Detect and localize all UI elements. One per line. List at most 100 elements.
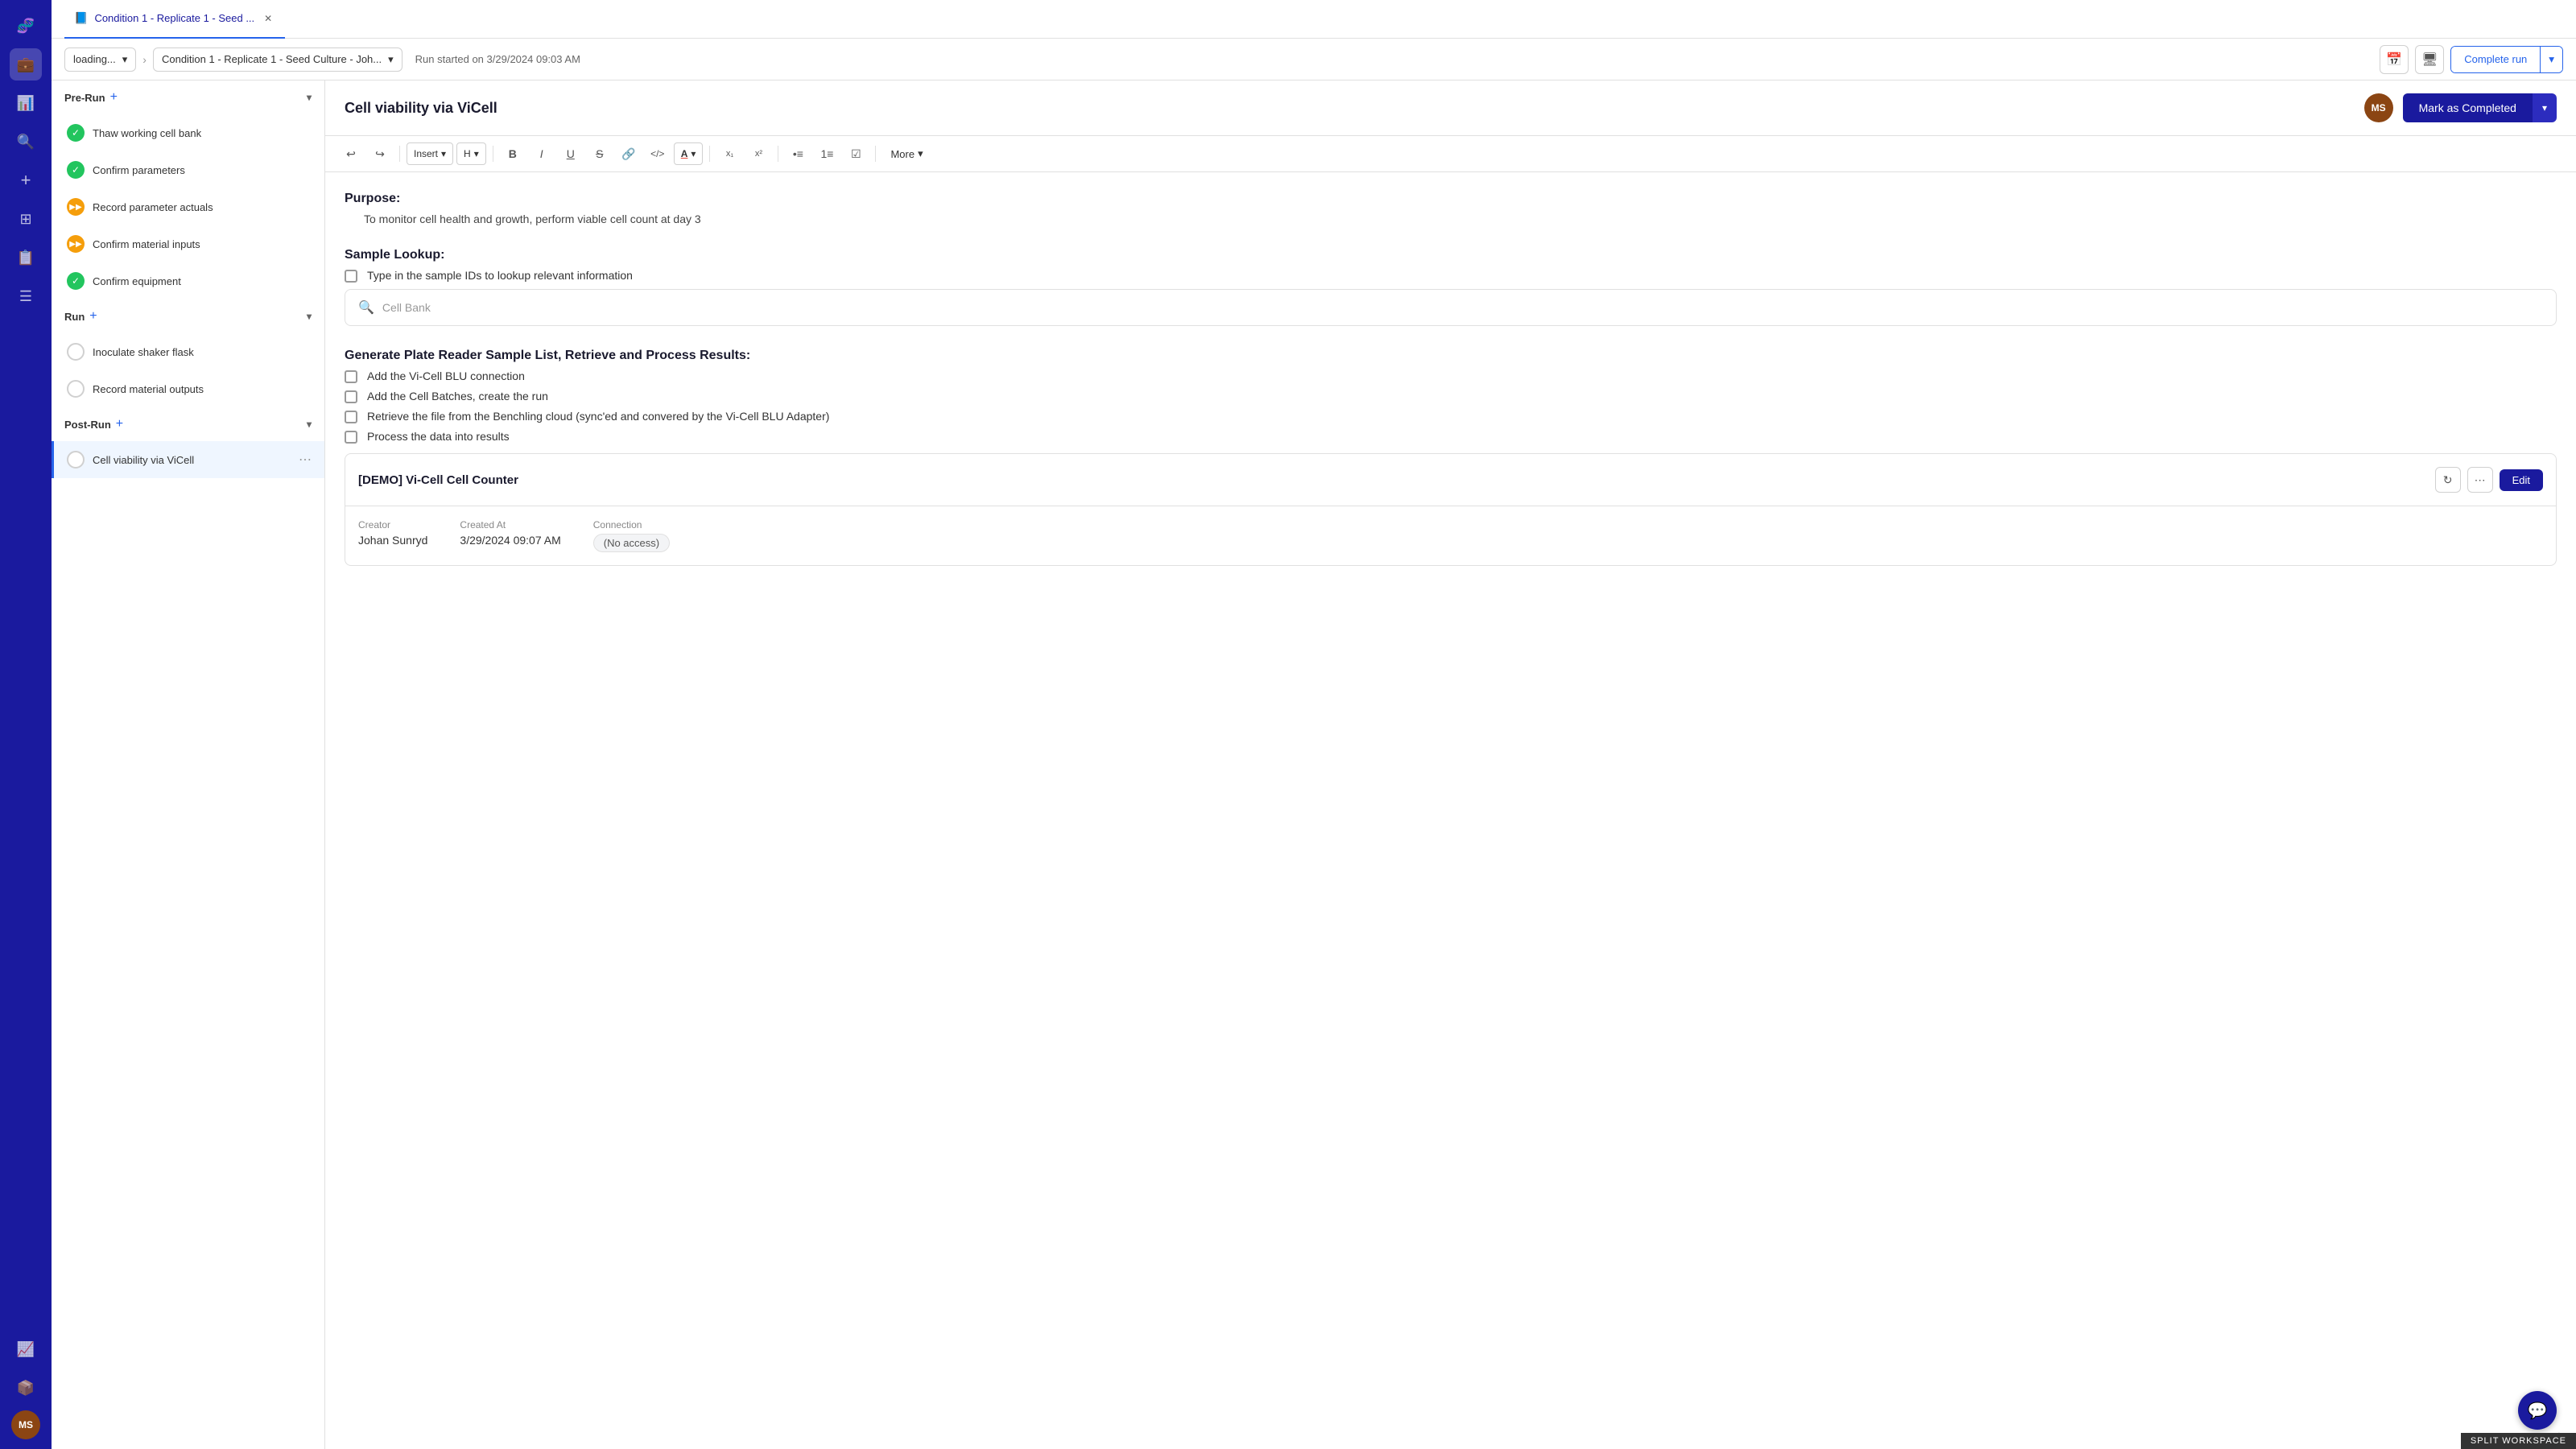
run-label: Run (64, 311, 85, 323)
search-sidebar-icon[interactable]: 🔍 (10, 126, 42, 158)
split-workspace-bar[interactable]: SPLIT WORKSPACE (2461, 1433, 2576, 1449)
pre-run-add-button[interactable]: + (110, 90, 118, 105)
pre-run-collapse-icon[interactable]: ▾ (307, 92, 312, 103)
step-thaw-cell-bank[interactable]: ✓ Thaw working cell bank (52, 114, 324, 151)
user-avatar-sidebar[interactable]: MS (11, 1410, 40, 1439)
main-wrapper: 📘 Condition 1 - Replicate 1 - Seed ... ✕… (52, 0, 2576, 1449)
step-status-icon-confirm-equipment: ✓ (67, 272, 85, 290)
step-label-cell-viability: Cell viability via ViCell (93, 454, 291, 466)
run-section-header: Run + ▾ (52, 299, 324, 333)
editor-toolbar: ↩ ↪ Insert ▾ H ▾ B I U S 🔗 </> (325, 136, 2576, 172)
connection-badge: (No access) (593, 534, 670, 552)
demo-card-data-row: Creator Johan Sunryd Created At 3/29/202… (358, 519, 2543, 552)
mark-completed-dropdown-button[interactable]: ▾ (2533, 93, 2557, 122)
logo-icon[interactable]: 🧬 (10, 10, 42, 42)
redo-button[interactable]: ↪ (367, 142, 393, 165)
bold-button[interactable]: B (500, 142, 526, 165)
mark-completed-button[interactable]: Mark as Completed (2403, 93, 2533, 122)
underline-button[interactable]: U (558, 142, 584, 165)
numbered-list-button[interactable]: 1≡ (814, 142, 840, 165)
plus-sidebar-icon[interactable]: + (10, 164, 42, 196)
chart-icon[interactable]: 📈 (10, 1333, 42, 1365)
connection-label: Connection (593, 519, 670, 530)
activity-icon[interactable]: 📊 (10, 87, 42, 119)
code-button[interactable]: </> (645, 142, 671, 165)
package-icon[interactable]: 📦 (10, 1372, 42, 1404)
left-panel: Pre-Run + ▾ ✓ Thaw working cell bank ✓ C… (52, 80, 325, 1449)
text-color-dropdown[interactable]: A ▾ (674, 142, 704, 165)
superscript-button[interactable]: x² (745, 142, 771, 165)
checklist-checkbox-3[interactable] (345, 431, 357, 444)
italic-button[interactable]: I (529, 142, 555, 165)
cell-bank-search-box[interactable]: 🔍 Cell Bank (345, 289, 2557, 326)
clipboard-icon[interactable]: 📋 (10, 242, 42, 274)
pre-run-label: Pre-Run (64, 92, 105, 104)
run-add-button[interactable]: + (89, 309, 97, 324)
insert-label: Insert (414, 148, 438, 159)
more-button[interactable]: More ▾ (882, 142, 931, 165)
strikethrough-button[interactable]: S (587, 142, 613, 165)
checklist-checkbox-1[interactable] (345, 390, 357, 403)
step-avatar: MS (2364, 93, 2393, 122)
heading-dropdown[interactable]: H ▾ (456, 142, 486, 165)
step-confirm-params[interactable]: ✓ Confirm parameters (52, 151, 324, 188)
run-breadcrumb-dropdown[interactable]: Condition 1 - Replicate 1 - Seed Culture… (153, 47, 402, 72)
run-breadcrumb-label: Condition 1 - Replicate 1 - Seed Culture… (162, 53, 382, 65)
step-record-params[interactable]: ▶▶ Record parameter actuals (52, 188, 324, 225)
loading-dropdown[interactable]: loading... ▾ (64, 47, 136, 72)
sample-lookup-checkbox[interactable] (345, 270, 357, 283)
step-detail-title: Cell viability via ViCell (345, 100, 497, 117)
run-status: Run started on 3/29/2024 09:03 AM (415, 53, 580, 65)
creator-label: Creator (358, 519, 427, 530)
created-at-col: Created At 3/29/2024 09:07 AM (460, 519, 560, 552)
generate-checklist: Add the Vi-Cell BLU connection Add the C… (345, 369, 2557, 444)
generate-heading: Generate Plate Reader Sample List, Retri… (345, 349, 2557, 363)
step-record-outputs[interactable]: Record material outputs (52, 370, 324, 407)
step-confirm-equipment[interactable]: ✓ Confirm equipment (52, 262, 324, 299)
chat-button[interactable]: 💬 (2518, 1391, 2557, 1430)
tab-close-button[interactable]: ✕ (261, 11, 275, 26)
step-more-icon[interactable]: ⋯ (299, 452, 312, 468)
demo-card-header: [DEMO] Vi-Cell Cell Counter ↻ ⋯ Edit (345, 454, 2556, 506)
list-icon[interactable]: ☰ (10, 280, 42, 312)
checklist-checkbox-0[interactable] (345, 370, 357, 383)
active-tab[interactable]: 📘 Condition 1 - Replicate 1 - Seed ... ✕ (64, 0, 285, 39)
step-cell-viability[interactable]: Cell viability via ViCell ⋯ (52, 441, 324, 478)
schedule-icon-button[interactable]: 📅 (2380, 45, 2409, 74)
step-header-bar: Cell viability via ViCell MS Mark as Com… (325, 80, 2576, 136)
nav-bar: loading... ▾ › Condition 1 - Replicate 1… (52, 39, 2576, 80)
demo-card-body: Creator Johan Sunryd Created At 3/29/202… (345, 506, 2556, 565)
link-button[interactable]: 🔗 (616, 142, 642, 165)
demo-card-more-button[interactable]: ⋯ (2467, 467, 2493, 493)
step-inoculate[interactable]: Inoculate shaker flask (52, 333, 324, 370)
toolbar-sep-5 (875, 146, 876, 162)
post-run-collapse-icon[interactable]: ▾ (307, 419, 312, 430)
checklist-button[interactable]: ☑ (843, 142, 869, 165)
step-status-icon-record-outputs (67, 380, 85, 398)
undo-button[interactable]: ↩ (338, 142, 364, 165)
more-chevron-icon: ▾ (918, 147, 923, 160)
demo-card-edit-button[interactable]: Edit (2500, 469, 2543, 491)
connection-col: Connection (No access) (593, 519, 670, 552)
checklist-checkbox-2[interactable] (345, 411, 357, 423)
demo-card-refresh-button[interactable]: ↻ (2435, 467, 2461, 493)
tab-doc-icon: 📘 (74, 11, 88, 25)
monitor-icon-button[interactable]: 🖥 (2415, 45, 2444, 74)
step-confirm-materials[interactable]: ▶▶ Confirm material inputs (52, 225, 324, 262)
run-collapse-icon[interactable]: ▾ (307, 311, 312, 322)
text-color-icon: A (681, 148, 688, 159)
briefcase-icon[interactable]: 💼 (10, 48, 42, 80)
insert-dropdown[interactable]: Insert ▾ (407, 142, 453, 165)
loading-chevron-icon: ▾ (122, 53, 128, 66)
complete-run-button[interactable]: Complete run (2451, 47, 2540, 72)
demo-card: [DEMO] Vi-Cell Cell Counter ↻ ⋯ Edit Cre… (345, 453, 2557, 566)
checklist-item-3: Process the data into results (345, 430, 2557, 444)
grid-icon[interactable]: ⊞ (10, 203, 42, 235)
complete-run-dropdown-button[interactable]: ▾ (2540, 47, 2562, 72)
checklist-item-1: Add the Cell Batches, create the run (345, 390, 2557, 403)
bullet-list-button[interactable]: •≡ (785, 142, 811, 165)
step-status-icon-cell-viability (67, 451, 85, 469)
step-status-icon-thaw: ✓ (67, 124, 85, 142)
subscript-button[interactable]: x₁ (716, 142, 742, 165)
post-run-add-button[interactable]: + (116, 417, 123, 431)
